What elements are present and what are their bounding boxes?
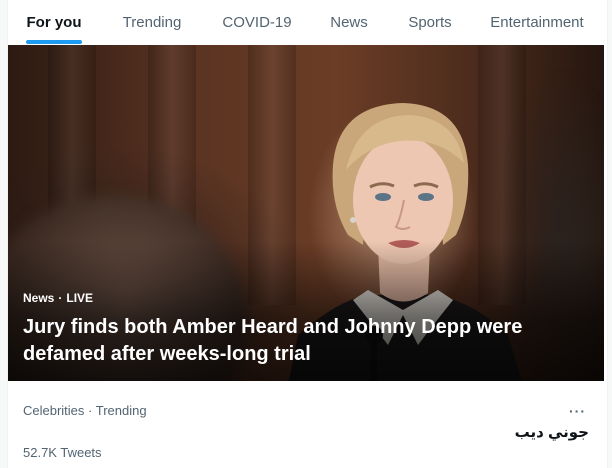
- tab-trending[interactable]: Trending: [100, 0, 204, 44]
- tab-sports[interactable]: Sports: [388, 0, 472, 44]
- news-headline: Jury finds both Amber Heard and Johnny D…: [23, 316, 523, 365]
- tab-label: For you: [26, 13, 82, 31]
- active-tab-indicator: [26, 40, 82, 44]
- tab-label: News: [330, 13, 368, 31]
- trend-item[interactable]: Celebrities · Trending ··· جوني ديب 52.7…: [8, 381, 604, 468]
- live-label: LIVE: [66, 291, 94, 305]
- tab-label: Entertainment: [490, 13, 584, 31]
- featured-news-card[interactable]: News · LIVE Jury finds both Amber Heard …: [8, 45, 604, 381]
- tab-label: Sports: [408, 13, 452, 31]
- tweet-count: 52.7K Tweets: [23, 445, 102, 460]
- trend-context: Celebrities · Trending: [23, 403, 147, 418]
- tab-entertainment[interactable]: Entertainment: [472, 0, 602, 44]
- tab-label: Trending: [122, 13, 182, 31]
- more-horizontal-icon[interactable]: ···: [569, 403, 586, 419]
- news-category: News: [23, 291, 55, 305]
- tab-news[interactable]: News: [310, 0, 388, 44]
- explore-page: For you Trending COVID-19 News Sports En…: [0, 0, 612, 468]
- explore-tabs: For you Trending COVID-19 News Sports En…: [8, 0, 607, 44]
- tab-covid-19[interactable]: COVID-19: [204, 0, 310, 44]
- news-meta: News · LIVE: [23, 291, 93, 305]
- tab-label: COVID-19: [222, 13, 292, 31]
- tab-for-you[interactable]: For you: [8, 0, 100, 44]
- trend-name: جوني ديب: [514, 424, 589, 441]
- meta-separator: ·: [58, 291, 63, 305]
